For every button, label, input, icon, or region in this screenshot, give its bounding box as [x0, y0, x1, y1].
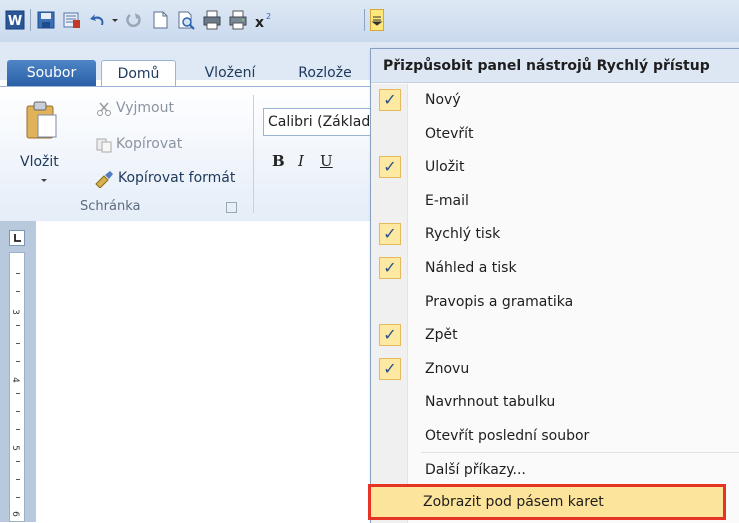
format-painter-button[interactable]: Kopírovat formát	[118, 170, 235, 186]
scissors-icon[interactable]	[96, 101, 112, 117]
menu-item[interactable]: E-mail	[371, 185, 739, 218]
checkmark-icon: ✓	[379, 156, 401, 179]
quick-print-icon[interactable]	[202, 10, 222, 30]
checkmark-icon: ✓	[379, 257, 401, 279]
toolbar-separator	[30, 9, 31, 31]
redo-icon[interactable]	[124, 10, 144, 30]
toolbar-separator	[364, 9, 365, 31]
menu-item-label: Uložit	[425, 159, 465, 176]
menu-item-label: Pravopis a gramatika	[425, 293, 574, 310]
underline-button[interactable]: U	[320, 152, 333, 170]
font-name-field[interactable]: Calibri (Základ	[263, 108, 373, 136]
format-painter-icon[interactable]	[94, 170, 114, 188]
menu-item-label: Nový	[425, 92, 461, 108]
menu-item[interactable]: Navrhnout tabulku	[371, 386, 739, 419]
paste-button[interactable]: Vložit	[20, 154, 59, 170]
menu-separator	[421, 452, 739, 453]
menu-item-show-below-ribbon[interactable]: Zobrazit pod pásem karet	[368, 484, 726, 520]
menu-item[interactable]: ✓ Rychlý tisk	[371, 218, 739, 251]
ruler-number: 5	[9, 445, 20, 451]
menu-title: Přizpůsobit panel nástrojů Rychlý přístu…	[371, 49, 739, 83]
tab-home[interactable]: Domů	[101, 60, 176, 86]
undo-dropdown-icon[interactable]	[110, 10, 120, 30]
bold-button[interactable]: B	[272, 152, 285, 170]
menu-item[interactable]: ✓ Uložit	[371, 151, 739, 184]
svg-text:x: x	[255, 15, 264, 30]
italic-button[interactable]: I	[298, 152, 304, 170]
cut-button[interactable]: Vyjmout	[116, 100, 174, 116]
clipboard-launcher-icon[interactable]	[226, 202, 237, 213]
undo-icon[interactable]	[88, 10, 108, 30]
copy-button[interactable]: Kopírovat	[116, 136, 182, 152]
tab-file[interactable]: Soubor	[7, 60, 96, 86]
svg-text:2: 2	[266, 12, 271, 21]
menu-item[interactable]: Pravopis a gramatika	[371, 286, 739, 319]
menu-item-label: Zpět	[425, 327, 458, 344]
email-icon[interactable]	[62, 10, 82, 30]
ruler-number: 3	[9, 309, 20, 315]
tab-selector-button[interactable]	[9, 230, 25, 246]
clipboard-group-label: Schránka	[80, 199, 141, 214]
menu-item-label: Otevřít	[425, 125, 474, 142]
paste-icon[interactable]	[24, 100, 58, 140]
menu-item-label: Rychlý tisk	[425, 226, 501, 243]
customize-toolbar-button[interactable]	[370, 9, 384, 31]
new-document-icon[interactable]	[150, 10, 170, 30]
menu-item-label: Otevřít poslední soubor	[425, 428, 590, 444]
quick-access-toolbar: W x2	[0, 0, 739, 42]
menu-item[interactable]: Otevřít	[371, 118, 739, 151]
ruler-number: 6	[9, 511, 20, 517]
menu-item-label: Další příkazy...	[425, 462, 526, 478]
customize-dropdown-icon	[371, 16, 383, 26]
vertical-ruler: 3 4 5 6	[9, 252, 25, 522]
menu-item[interactable]: ✓ Náhled a tisk	[371, 252, 739, 285]
menu-item-label: Navrhnout tabulku	[425, 394, 556, 411]
printer-icon[interactable]	[228, 10, 248, 30]
customize-toolbar-menu: Přizpůsobit panel nástrojů Rychlý přístu…	[370, 48, 739, 523]
word-logo-icon: W	[5, 10, 25, 30]
paste-dropdown-icon[interactable]	[39, 176, 49, 186]
ruler-number: 4	[9, 377, 20, 383]
superscript-icon[interactable]: x2	[254, 10, 274, 30]
checkmark-icon: ✓	[379, 89, 401, 111]
menu-item[interactable]: ✓ Nový	[371, 84, 739, 117]
menu-item-more-commands[interactable]: Další příkazy...	[371, 454, 739, 487]
tab-insert[interactable]: Vložení	[190, 60, 270, 86]
print-preview-icon[interactable]	[176, 10, 196, 30]
menu-item[interactable]: ✓ Znovu	[371, 353, 739, 386]
svg-text:W: W	[8, 14, 22, 29]
menu-item-label: Náhled a tisk	[425, 260, 517, 276]
document-page[interactable]	[36, 221, 371, 522]
menu-item[interactable]: Otevřít poslední soubor	[371, 420, 739, 453]
menu-item[interactable]: ✓ Zpět	[371, 319, 739, 352]
menu-item-label: E-mail	[425, 192, 469, 209]
copy-icon[interactable]	[96, 137, 112, 153]
checkmark-icon: ✓	[379, 324, 401, 347]
save-icon[interactable]	[36, 10, 56, 30]
menu-item-label: Zobrazit pod pásem karet	[423, 494, 604, 510]
checkmark-icon: ✓	[379, 223, 401, 246]
left-tab-icon	[14, 234, 21, 242]
menu-item-label: Znovu	[425, 360, 470, 377]
checkmark-icon: ✓	[379, 357, 401, 380]
tab-layout[interactable]: Rozlože	[284, 60, 366, 86]
group-separator	[253, 95, 254, 213]
